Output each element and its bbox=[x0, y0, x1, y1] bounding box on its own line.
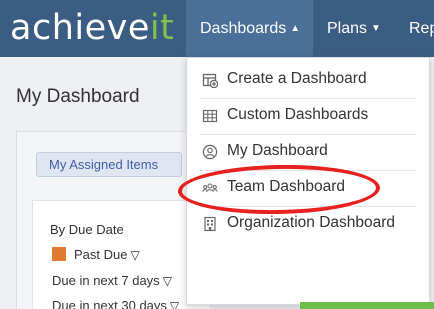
menu-item-my-dashboard[interactable]: My Dashboard bbox=[200, 133, 416, 169]
menu-item-label: Create a Dashboard bbox=[227, 70, 367, 87]
achieveit-logo[interactable]: achieveit bbox=[10, 8, 174, 48]
filter-icon[interactable]: ▽ bbox=[170, 299, 179, 309]
user-icon bbox=[202, 144, 218, 160]
filter-row-due-7[interactable]: Due in next 7 days ▽ bbox=[52, 273, 172, 288]
menu-item-custom-dashboards[interactable]: Custom Dashboards bbox=[200, 97, 416, 133]
filter-row-label: Due in next 30 days bbox=[52, 298, 167, 309]
past-due-swatch bbox=[52, 247, 66, 261]
filter-row-label: Past Due bbox=[74, 247, 128, 262]
nav-reports[interactable]: Rep bbox=[395, 0, 434, 57]
filter-group-title: By Due Date bbox=[50, 222, 124, 237]
green-status-strip bbox=[300, 302, 434, 309]
nav-plans[interactable]: Plans ▼ bbox=[313, 0, 395, 57]
menu-item-create-dashboard[interactable]: Create a Dashboard bbox=[200, 61, 416, 97]
nav-plans-label: Plans bbox=[327, 20, 368, 37]
create-dashboard-icon bbox=[202, 73, 218, 88]
filter-row-due-30[interactable]: Due in next 30 days ▽ bbox=[52, 298, 179, 309]
grid-icon bbox=[202, 109, 218, 123]
nav-reports-label: Rep bbox=[409, 20, 434, 37]
menu-item-label: My Dashboard bbox=[227, 142, 328, 159]
filter-row-label: Due in next 7 days bbox=[52, 273, 160, 288]
page-title: My Dashboard bbox=[16, 86, 140, 107]
nav-dashboards[interactable]: Dashboards ▲ bbox=[186, 0, 313, 57]
tab-my-assigned-items[interactable]: My Assigned Items bbox=[36, 152, 182, 177]
building-icon bbox=[204, 216, 216, 232]
caret-down-icon: ▼ bbox=[371, 23, 381, 35]
nav-dashboards-label: Dashboards bbox=[200, 20, 287, 37]
menu-item-label: Custom Dashboards bbox=[227, 106, 369, 123]
filter-row-past-due[interactable]: Past Due ▽ bbox=[52, 247, 140, 262]
filter-icon[interactable]: ▽ bbox=[130, 248, 139, 262]
caret-up-icon: ▲ bbox=[290, 23, 301, 35]
filter-icon[interactable]: ▽ bbox=[163, 274, 172, 288]
